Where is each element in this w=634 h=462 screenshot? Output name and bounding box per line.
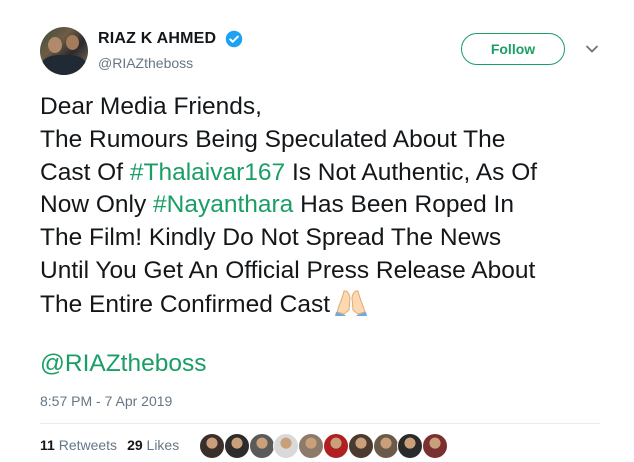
avatar-figure xyxy=(42,55,86,75)
liker-avatar-2[interactable] xyxy=(223,433,250,459)
liker-avatar-9[interactable] xyxy=(397,433,424,459)
tweet-timestamp[interactable]: 8:57 PM - 7 Apr 2019 xyxy=(40,393,172,409)
tweet-line: The Entire Confirmed Cast xyxy=(40,288,615,322)
divider xyxy=(40,423,600,424)
display-name[interactable]: RIAZ K AHMED xyxy=(98,30,216,48)
liker-avatar-1[interactable] xyxy=(199,433,225,459)
tweet-line: Now Only #Nayanthara Has Been Roped In xyxy=(40,189,615,222)
mention-link[interactable]: @RIAZtheboss xyxy=(40,348,207,380)
user-avatar[interactable] xyxy=(40,27,88,75)
tweet-text-segment: The Film! Kindly Do Not Spread The News xyxy=(40,224,502,252)
tweet-header: RIAZ K AHMED @RIAZtheboss Follow xyxy=(40,27,610,77)
tweet-text-segment: The Entire Confirmed Cast xyxy=(40,290,331,318)
chevron-down-icon[interactable] xyxy=(585,44,599,54)
liker-avatar-5[interactable] xyxy=(298,433,325,459)
tweet-text: Dear Media Friends, The Rumours Being Spe… xyxy=(40,91,615,322)
tweet-text-segment: Cast Of xyxy=(40,158,130,186)
avatar-figure xyxy=(48,37,62,53)
likes-count: 29 xyxy=(127,437,143,453)
tweet-line: The Film! Kindly Do Not Spread The News xyxy=(40,222,615,255)
retweets-label: Retweets xyxy=(58,437,118,453)
hashtag-link[interactable]: #Nayanthara xyxy=(153,191,293,218)
avatar-figure xyxy=(66,35,79,50)
tweet-text-segment: Until You Get An Official Press Release … xyxy=(40,256,536,284)
retweets-stat[interactable]: 11 Retweets xyxy=(40,437,117,453)
user-info: RIAZ K AHMED @RIAZtheboss xyxy=(98,30,243,71)
tweet-line: Until You Get An Official Press Release … xyxy=(40,255,615,288)
hashtag-link[interactable]: #Thalaivar167 xyxy=(130,159,285,186)
tweet-text-segment: Has Been Roped In xyxy=(293,191,514,219)
verified-badge-icon xyxy=(225,30,242,48)
liker-avatar-4[interactable] xyxy=(273,433,300,459)
liker-avatar-10[interactable] xyxy=(422,433,449,459)
liker-avatar-6[interactable] xyxy=(323,433,349,459)
tweet-stats: 11 Retweets 29 Likes xyxy=(40,437,179,453)
retweets-count: 11 xyxy=(40,437,55,453)
folded-hands-icon xyxy=(335,290,368,316)
tweet-text-segment: The Rumours Being Speculated About The xyxy=(40,125,506,153)
tweet-text-segment: Now Only xyxy=(40,191,154,219)
user-handle[interactable]: @RIAZtheboss xyxy=(98,55,243,71)
likes-stat[interactable]: 29 Likes xyxy=(127,437,179,453)
liker-avatar-8[interactable] xyxy=(372,433,399,459)
liker-avatar-7[interactable] xyxy=(347,433,374,459)
likes-label: Likes xyxy=(146,437,180,453)
tweet-line: Cast Of #Thalaivar167 Is Not Authentic, … xyxy=(40,157,615,190)
tweet-line: Dear Media Friends, xyxy=(40,91,615,124)
follow-button[interactable]: Follow xyxy=(461,33,565,65)
tweet-text-segment: Is Not Authentic, As Of xyxy=(285,158,538,186)
liker-avatar-3[interactable] xyxy=(248,433,275,459)
tweet-line: The Rumours Being Speculated About The xyxy=(40,124,615,157)
tweet-text-segment: Dear Media Friends, xyxy=(40,93,262,120)
